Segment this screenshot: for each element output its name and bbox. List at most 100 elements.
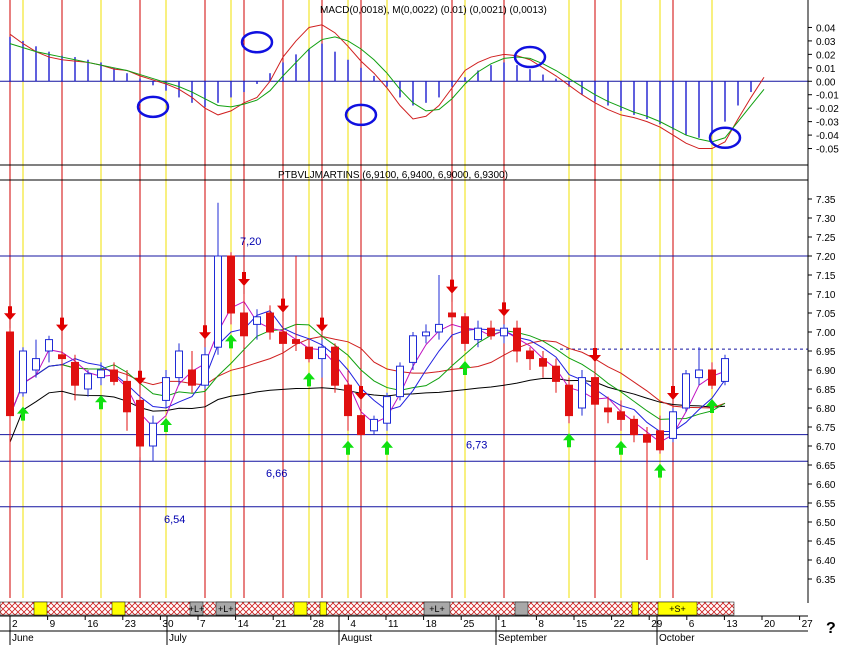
timeline-segment xyxy=(319,601,327,616)
macd-y-tick-label: 0.01 xyxy=(816,64,836,75)
buy-arrow-icon xyxy=(615,440,627,455)
macd-highlight-circle xyxy=(240,31,274,54)
timeline-segment-label: +L+ xyxy=(189,604,205,614)
x-tick-label: 7 xyxy=(200,619,206,630)
timeline-segment-label: +S+ xyxy=(669,604,686,614)
timeline-segment xyxy=(33,601,48,616)
timeline-segment xyxy=(111,601,126,616)
candle-body xyxy=(266,312,274,333)
x-tick-label: 9 xyxy=(50,619,56,630)
candle-body xyxy=(305,346,313,360)
price-y-tick-label: 6.90 xyxy=(816,366,836,377)
candle-body xyxy=(513,327,521,352)
x-tick-label: 22 xyxy=(614,619,626,630)
candle-body xyxy=(435,323,443,333)
buy-arrow-icon xyxy=(381,440,393,455)
candle-body xyxy=(318,346,326,360)
candle-body xyxy=(344,384,352,417)
level-label: 6,66 xyxy=(266,468,287,480)
price-y-tick-label: 6.55 xyxy=(816,499,836,510)
candle-body xyxy=(71,361,79,386)
candle-body xyxy=(58,354,66,360)
x-tick-label: 13 xyxy=(726,619,738,630)
macd-panel xyxy=(0,24,808,150)
x-tick-label: 15 xyxy=(576,619,588,630)
timeline-segment xyxy=(514,601,529,616)
x-tick-label: 27 xyxy=(802,619,814,630)
sell-arrow-icon xyxy=(498,302,510,317)
candle-body xyxy=(396,365,404,398)
x-tick-label: 23 xyxy=(125,619,137,630)
buy-arrow-icon xyxy=(706,399,718,413)
x-tick-label: 21 xyxy=(275,619,287,630)
candle-body xyxy=(617,411,625,420)
candle-body xyxy=(409,335,417,363)
candle-body xyxy=(552,365,560,382)
price-y-tick-label: 6.50 xyxy=(816,518,836,529)
x-tick-label: 4 xyxy=(350,619,356,630)
price-y-tick-label: 7.35 xyxy=(816,195,836,206)
macd-y-tick-label: 0.04 xyxy=(816,23,836,34)
candle-body xyxy=(370,418,378,432)
candle-body xyxy=(292,339,300,344)
buy-arrow-icon xyxy=(459,361,471,375)
month-label: October xyxy=(659,633,695,644)
month-label: June xyxy=(12,633,34,644)
candle-body xyxy=(591,377,599,405)
candle-body xyxy=(253,316,261,325)
buy-arrow-icon xyxy=(95,395,107,410)
macd-y-tick-label: -0.03 xyxy=(816,118,839,129)
price-title: PTBVLJMARTINS (6,9100, 6,9400, 6,9000, 6… xyxy=(278,170,508,181)
x-tick-label: 18 xyxy=(426,619,438,630)
buy-arrow-icon xyxy=(160,418,172,432)
price-y-tick-label: 7.00 xyxy=(816,328,836,339)
price-y-tick-label: 7.10 xyxy=(816,290,836,301)
candle-body xyxy=(357,415,365,436)
candle-body xyxy=(578,377,586,409)
candle-body xyxy=(422,331,430,337)
candle-body xyxy=(227,255,235,314)
sell-arrow-icon xyxy=(446,279,458,294)
x-tick-label: 14 xyxy=(238,619,250,630)
ma-long-line xyxy=(9,377,726,443)
candle-body xyxy=(136,399,144,447)
candle-body xyxy=(383,396,391,424)
candle-body xyxy=(565,384,573,417)
sell-arrow-icon xyxy=(4,306,16,321)
price-y-tick-label: 6.35 xyxy=(816,575,836,586)
x-tick-label: 2 xyxy=(12,619,18,630)
sell-arrow-icon xyxy=(199,325,211,340)
price-y-tick-label: 6.80 xyxy=(816,404,836,415)
price-y-tick-label: 6.75 xyxy=(816,423,836,434)
candle-body xyxy=(708,369,716,386)
help-button[interactable]: ? xyxy=(826,620,836,638)
candle-body xyxy=(110,369,118,382)
candle-body xyxy=(279,331,287,344)
sell-arrow-icon xyxy=(589,348,601,362)
price-y-tick-label: 7.25 xyxy=(816,233,836,244)
macd-y-tick-label: 0.03 xyxy=(816,37,836,48)
candle-body xyxy=(123,380,131,413)
price-panel: 7,20 6,73 6,66 6,54 xyxy=(0,202,808,560)
macd-y-tick-label: -0.04 xyxy=(816,131,839,142)
buy-arrow-icon xyxy=(303,372,315,387)
candle-body xyxy=(487,327,495,337)
price-y-tick-label: 6.60 xyxy=(816,480,836,491)
candle-body xyxy=(474,327,482,341)
candle-body xyxy=(656,430,664,451)
candle-body xyxy=(526,350,534,360)
price-y-tick-label: 7.05 xyxy=(816,309,836,320)
candle-body xyxy=(448,312,456,318)
candle-body xyxy=(240,312,248,337)
candle-body xyxy=(695,369,703,379)
candle-body xyxy=(500,327,508,337)
signal-lines xyxy=(9,0,713,598)
level-label: 6,54 xyxy=(164,514,185,526)
candle-body xyxy=(175,350,183,379)
buy-arrow-icon xyxy=(563,433,575,448)
price-y-tick-label: 6.45 xyxy=(816,537,836,548)
x-tick-label: 8 xyxy=(538,619,544,630)
macd-y-tick-label: -0.01 xyxy=(816,91,839,102)
candle-body xyxy=(19,350,27,394)
chart-canvas: 7,206,736,666,54 +L+ +L+ +L+ +S+ 0.040.030.… xyxy=(0,0,839,645)
